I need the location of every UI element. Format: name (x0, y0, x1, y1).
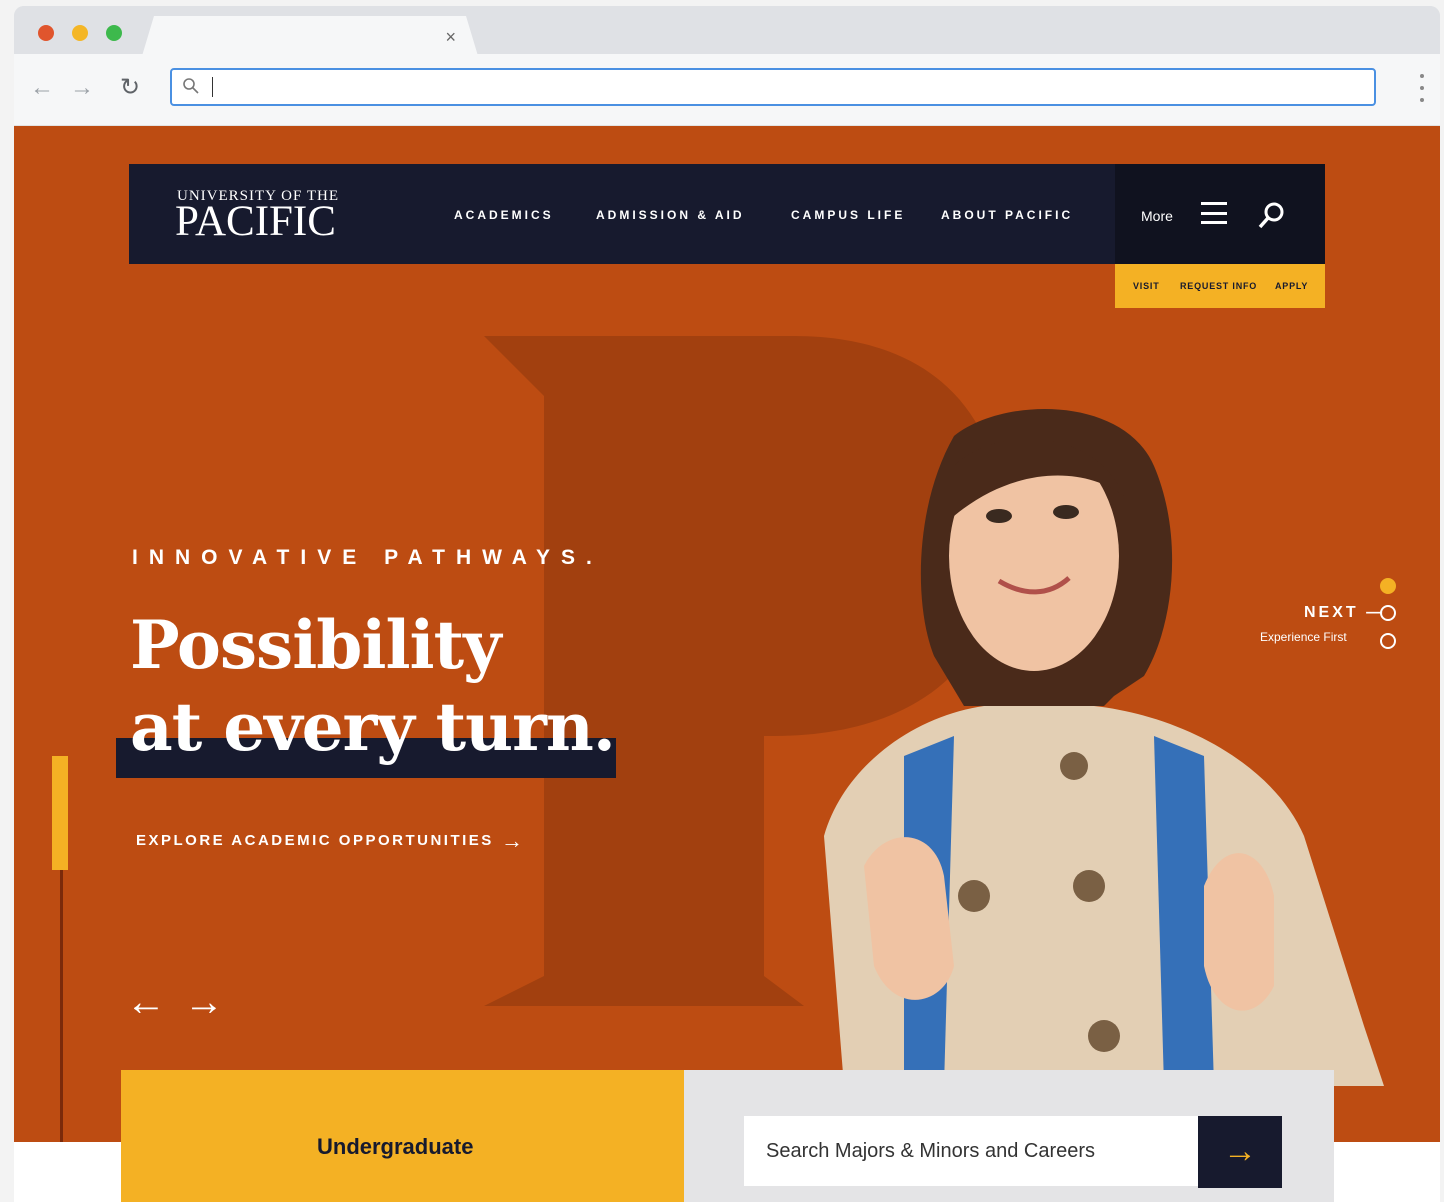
search-submit-button[interactable]: → (1198, 1116, 1282, 1188)
hamburger-menu-icon[interactable] (1201, 202, 1227, 224)
program-search-input[interactable] (744, 1116, 1200, 1186)
more-area: More (1115, 164, 1325, 264)
browser-titlebar: × (14, 6, 1440, 54)
minimize-window-button[interactable] (72, 25, 88, 41)
text-caret (212, 77, 213, 97)
nav-academics[interactable]: ACADEMICS (454, 208, 554, 222)
program-search-panel: → (684, 1070, 1334, 1202)
nav-campus-life[interactable]: CAMPUS LIFE (791, 208, 905, 222)
cta-bar: VISIT REQUEST INFO APPLY (1115, 264, 1325, 308)
webpage: UNIVERSITY OF THE PACIFIC ACADEMICS ADMI… (14, 126, 1440, 1202)
site-search-icon[interactable] (1257, 200, 1287, 230)
arrow-right-icon[interactable]: → (501, 830, 523, 852)
address-bar[interactable] (170, 68, 1376, 106)
more-link[interactable]: More (1141, 208, 1173, 224)
headline-line-2: at every turn. (130, 688, 616, 766)
browser-menu-icon[interactable] (1420, 74, 1424, 102)
maximize-window-button[interactable] (106, 25, 122, 41)
undergraduate-tab[interactable]: Undergraduate (121, 1070, 684, 1202)
decorative-vertical-bar (52, 756, 68, 870)
next-slide-title[interactable]: Experience First (1260, 630, 1347, 644)
visit-link[interactable]: VISIT (1133, 281, 1160, 291)
logo[interactable]: PACIFIC (175, 200, 336, 243)
forward-button[interactable]: → (70, 74, 94, 102)
close-window-button[interactable] (38, 25, 54, 41)
browser-toolbar: ← → ↻ (14, 54, 1440, 126)
hero-headline: Possibility at every turn. (130, 604, 616, 768)
student-photo (824, 408, 1384, 1086)
request-info-link[interactable]: REQUEST INFO (1180, 281, 1257, 291)
apply-link[interactable]: APPLY (1275, 281, 1308, 291)
browser-tab[interactable]: × (142, 16, 478, 56)
headline-line-1: Possibility (130, 606, 501, 684)
search-icon (183, 78, 199, 94)
next-slide-label[interactable]: NEXT — (1304, 604, 1385, 622)
reload-button[interactable]: ↻ (120, 74, 140, 102)
browser-window: × ← → ↻ UNIVERSITY OF THE PACIFIC ACADEM… (14, 6, 1440, 1202)
slider-dot-1[interactable] (1380, 578, 1396, 594)
undergraduate-label: Undergraduate (317, 1134, 474, 1159)
slider-dot-3[interactable] (1380, 633, 1396, 649)
slide-next-button[interactable]: → (184, 982, 224, 1022)
slide-prev-button[interactable]: ← (126, 982, 166, 1022)
hero-eyebrow: INNOVATIVE PATHWAYS. (132, 546, 603, 569)
back-button[interactable]: ← (30, 74, 54, 102)
nav-admission-aid[interactable]: ADMISSION & AID (596, 208, 745, 222)
explore-academic-link[interactable]: EXPLORE ACADEMIC OPPORTUNITIES (136, 832, 494, 849)
close-tab-icon[interactable]: × (445, 28, 456, 46)
nav-about-pacific[interactable]: ABOUT PACIFIC (941, 208, 1073, 222)
top-navigation: UNIVERSITY OF THE PACIFIC ACADEMICS ADMI… (129, 164, 1325, 264)
